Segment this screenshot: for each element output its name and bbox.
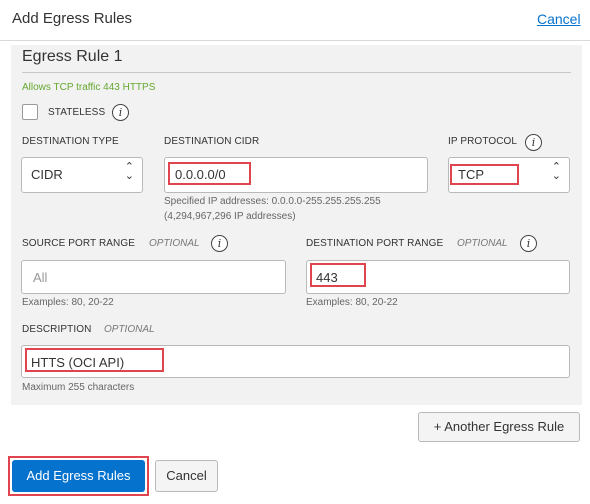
info-icon[interactable]: i — [520, 235, 537, 252]
rule-description-note: Allows TCP traffic 443 HTTPS — [22, 82, 156, 93]
destination-type-label: DESTINATION TYPE — [22, 136, 119, 147]
source-port-range-optional: OPTIONAL — [149, 238, 200, 249]
stateless-label: STATELESS — [48, 107, 106, 118]
stateless-checkbox[interactable] — [22, 104, 38, 120]
add-another-egress-rule-button[interactable]: + Another Egress Rule — [418, 412, 580, 442]
destination-cidr-help-1: Specified IP addresses: 0.0.0.0-255.255.… — [164, 196, 381, 207]
destination-cidr-label: DESTINATION CIDR — [164, 136, 260, 147]
destination-port-range-optional: OPTIONAL — [457, 238, 508, 249]
rule-title-divider — [22, 72, 571, 73]
highlight-box — [310, 263, 366, 287]
destination-port-range-help: Examples: 80, 20-22 — [306, 297, 398, 308]
rule-title: Egress Rule 1 — [22, 48, 123, 65]
highlight-box — [450, 164, 519, 185]
highlight-box — [8, 456, 149, 496]
ip-protocol-label: IP PROTOCOL — [448, 136, 518, 147]
header-divider — [0, 40, 590, 41]
info-icon[interactable]: i — [112, 104, 129, 121]
description-optional: OPTIONAL — [104, 324, 155, 335]
source-port-range-input[interactable]: All — [21, 260, 286, 294]
destination-cidr-help-2: (4,294,967,296 IP addresses) — [164, 211, 296, 222]
destination-type-select[interactable]: CIDR ⌃ ⌄ — [21, 157, 143, 193]
destination-type-value: CIDR — [31, 167, 63, 182]
cancel-link[interactable]: Cancel — [537, 11, 581, 27]
info-icon[interactable]: i — [211, 235, 228, 252]
highlight-box — [25, 348, 164, 372]
select-arrows-icon: ⌃ ⌄ — [124, 161, 134, 182]
info-icon[interactable]: i — [525, 134, 542, 151]
source-port-range-help: Examples: 80, 20-22 — [22, 297, 114, 308]
source-port-range-placeholder: All — [33, 270, 48, 285]
dialog-title: Add Egress Rules — [12, 10, 133, 27]
source-port-range-label: SOURCE PORT RANGE — [22, 238, 136, 249]
select-arrows-icon: ⌃ ⌄ — [551, 161, 561, 182]
description-help: Maximum 255 characters — [22, 382, 135, 393]
destination-port-range-label: DESTINATION PORT RANGE — [306, 238, 444, 249]
cancel-button[interactable]: Cancel — [155, 460, 218, 492]
highlight-box — [168, 162, 251, 185]
description-label: DESCRIPTION — [22, 324, 92, 335]
